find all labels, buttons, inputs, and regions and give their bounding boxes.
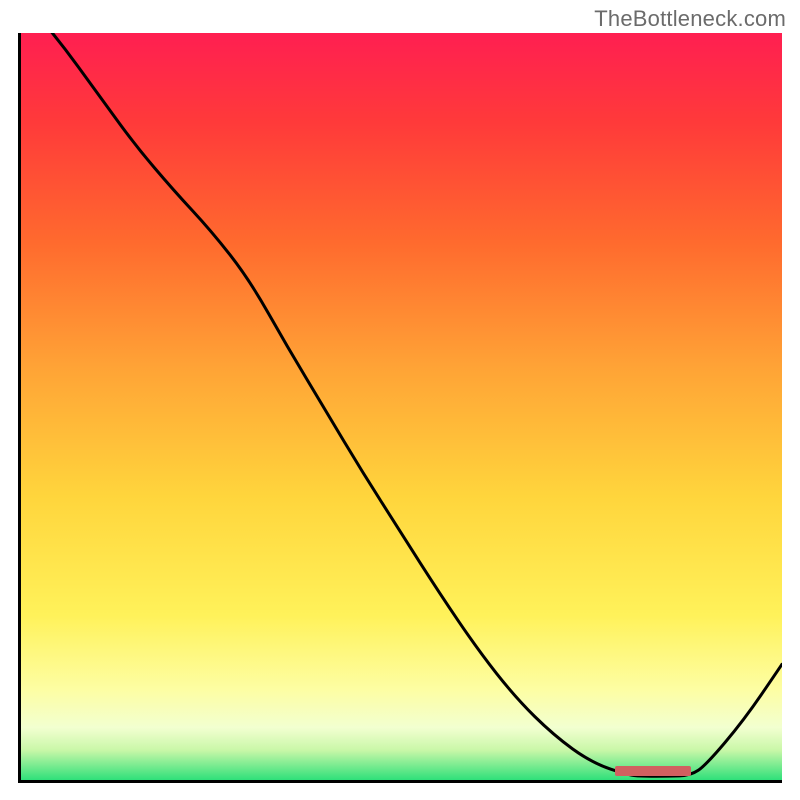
chart-container (18, 33, 782, 783)
optimal-range-marker (615, 766, 691, 776)
curve-line (21, 33, 782, 776)
chart-svg (21, 33, 782, 780)
watermark-text: TheBottleneck.com (594, 6, 786, 32)
gradient-bg (21, 33, 782, 780)
plot-area (21, 33, 782, 780)
x-axis-line (18, 780, 782, 783)
